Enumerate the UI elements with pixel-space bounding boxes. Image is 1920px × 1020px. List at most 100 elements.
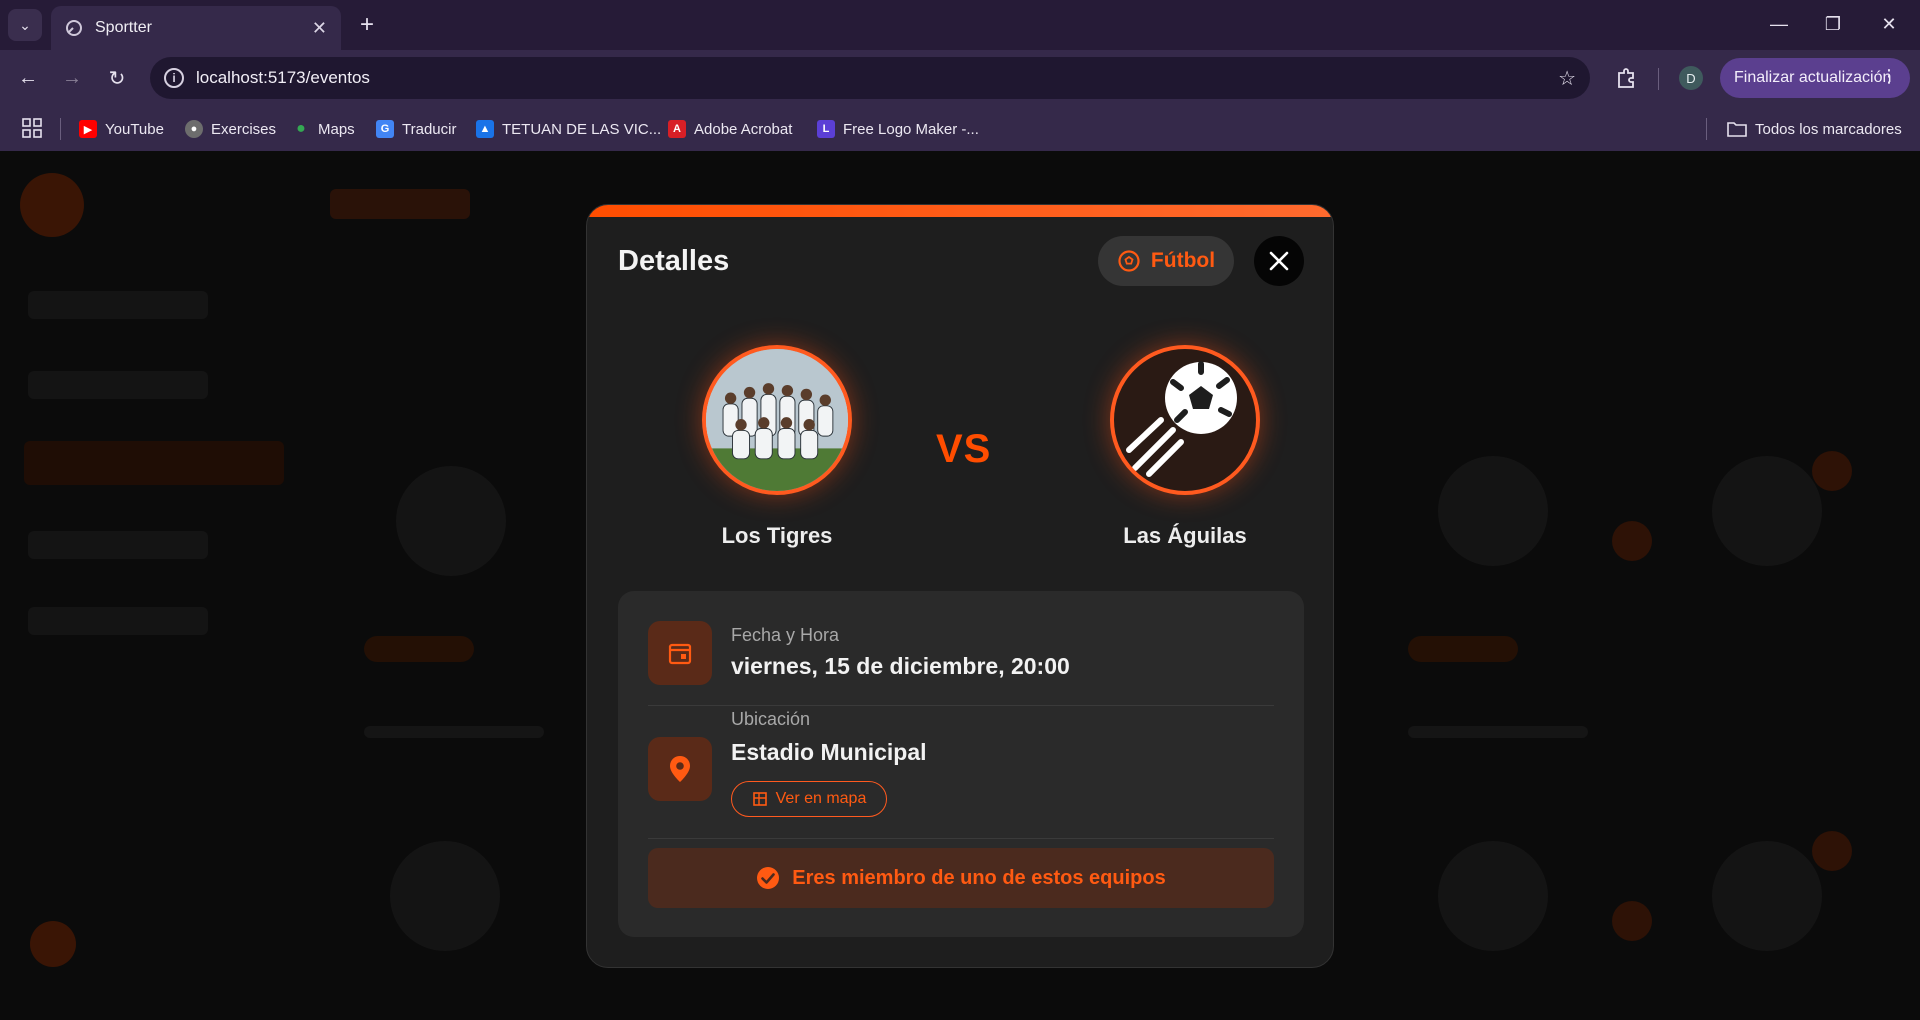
card-line-dimmed [1408,726,1588,738]
location-value: Estadio Municipal [731,739,927,765]
modal-title: Detalles [618,245,730,277]
vs-label: VS [936,427,992,471]
close-icon [1269,251,1289,271]
browser-tab[interactable]: Sportter ✕ [51,6,341,50]
minimize-button[interactable]: — [1756,8,1802,40]
card-avatar-dimmed [1712,456,1822,566]
sport-label: Fútbol [1150,249,1216,272]
app-logo [20,173,84,237]
sidebar-item-dimmed [28,291,208,319]
sport-badge: Fútbol [1098,236,1234,286]
card-avatar-dimmed [396,466,506,576]
address-bar[interactable]: i localhost:5173/eventos ☆ [150,57,1590,99]
home-team-name: Los Tigres [721,523,833,548]
bookmark-label: Exercises [211,120,277,138]
soccer-ball-icon [1118,250,1140,272]
youtube-icon: ▶ [79,120,97,138]
bookmark-youtube[interactable]: ▶ YouTube [79,117,164,141]
bookmark-label: Traducir [402,120,457,138]
folder-icon [1727,122,1747,137]
location-row: Ubicación Estadio Municipal Ver en mapa [648,709,1274,819]
tab-search-button[interactable]: ⌄ [8,9,42,41]
toolbar-divider [1658,68,1659,90]
datetime-row: Fecha y Hora viernes, 15 de diciembre, 2… [648,621,1274,687]
location-label: Ubicación [731,709,811,729]
restore-button[interactable]: ❐ [1810,8,1856,40]
bookmarks-divider [60,118,61,140]
away-team: Las Águilas [1075,345,1295,549]
chevron-down-icon: ⌄ [19,16,31,33]
bookmark-star-icon[interactable]: ☆ [1558,66,1576,91]
row-divider [648,705,1274,706]
card-chip-dimmed [364,636,474,662]
update-label: Finalizar actualización [1734,69,1892,86]
card-avatar-dimmed [1712,841,1822,951]
logo-maker-icon: L [817,120,835,138]
close-window-button[interactable]: ✕ [1866,8,1912,40]
bookmark-label: Adobe Acrobat [694,120,793,138]
card-dot-dimmed [1612,521,1652,561]
card-avatar-dimmed [1438,841,1548,951]
more-menu-icon[interactable]: ⋮ [1880,66,1898,87]
card-avatar-dimmed [390,841,500,951]
translate-icon: G [376,120,394,138]
card-dot-dimmed [1612,901,1652,941]
all-bookmarks[interactable]: Todos los marcadores [1727,117,1902,141]
home-team-photo [702,345,852,495]
bookmark-label: YouTube [105,120,164,138]
tab-strip: ⌄ Sportter ✕ + — ❐ ✕ [0,0,1920,50]
new-tab-button[interactable]: + [352,10,382,40]
close-tab-icon[interactable]: ✕ [312,18,327,39]
card-dot-dimmed [1812,831,1852,871]
close-modal-button[interactable] [1254,236,1304,286]
sidebar-item-dimmed [24,441,284,485]
update-button[interactable]: Finalizar actualización ⋮ [1720,58,1910,98]
away-team-logo [1110,345,1260,495]
sidebar-item-dimmed [28,531,208,559]
card-avatar-dimmed [1438,456,1548,566]
bookmarks-bar: ▶ YouTube ● Exercises ● Maps G Traducir … [0,106,1920,151]
back-button[interactable]: ← [12,62,44,94]
membership-message: Eres miembro de uno de estos equipos [792,866,1166,889]
bookmark-exercises[interactable]: ● Exercises [185,117,276,141]
location-pin-icon [648,737,712,801]
row-divider [648,838,1274,839]
sportter-favicon-icon [66,20,82,36]
event-details-modal: Detalles Fútbol Los Tigres VS Las Águila… [586,204,1334,968]
bookmark-acrobat[interactable]: A Adobe Acrobat [668,117,792,141]
card-chip-dimmed [1408,636,1518,662]
sidebar-item-dimmed [28,371,208,399]
maps-icon: ● [296,120,306,137]
datetime-label: Fecha y Hora [731,625,840,645]
site-info-icon[interactable]: i [164,68,184,88]
extensions-icon[interactable] [1610,62,1642,94]
bookmark-label: Free Logo Maker -... [843,120,979,138]
card-dot-dimmed [1812,451,1852,491]
membership-banner: Eres miembro de uno de estos equipos [648,848,1274,908]
home-team: Los Tigres [667,345,887,549]
modal-accent-bar [587,205,1333,217]
bookmark-tetuan[interactable]: ▲ TETUAN DE LAS VIC... [476,117,661,141]
page-title-dimmed [330,189,470,219]
card-line-dimmed [364,726,544,738]
away-team-name: Las Águilas [1123,523,1247,548]
map-icon [752,792,767,806]
bookmarks-divider [1706,118,1707,140]
all-bookmarks-label: Todos los marcadores [1755,120,1902,138]
profile-avatar[interactable]: D [1679,66,1703,90]
bookmark-maps[interactable]: ● Maps [292,117,355,141]
view-map-button[interactable]: Ver en mapa [731,781,887,817]
calendar-icon [648,621,712,685]
team-photo-image [706,349,848,491]
forward-button[interactable]: → [56,62,88,94]
acrobat-icon: A [668,120,686,138]
browser-toolbar: ← → ↻ i localhost:5173/eventos ☆ D Final… [0,50,1920,106]
bookmark-label: TETUAN DE LAS VIC... [502,120,662,138]
bookmark-logo-maker[interactable]: L Free Logo Maker -... [817,117,979,141]
bookmark-traducir[interactable]: G Traducir [376,117,456,141]
reload-button[interactable]: ↻ [101,62,133,94]
school-icon: ▲ [476,120,494,138]
apps-grid-icon[interactable] [22,118,42,138]
flying-ball-icon [1126,361,1237,477]
globe-icon: ● [185,120,203,138]
